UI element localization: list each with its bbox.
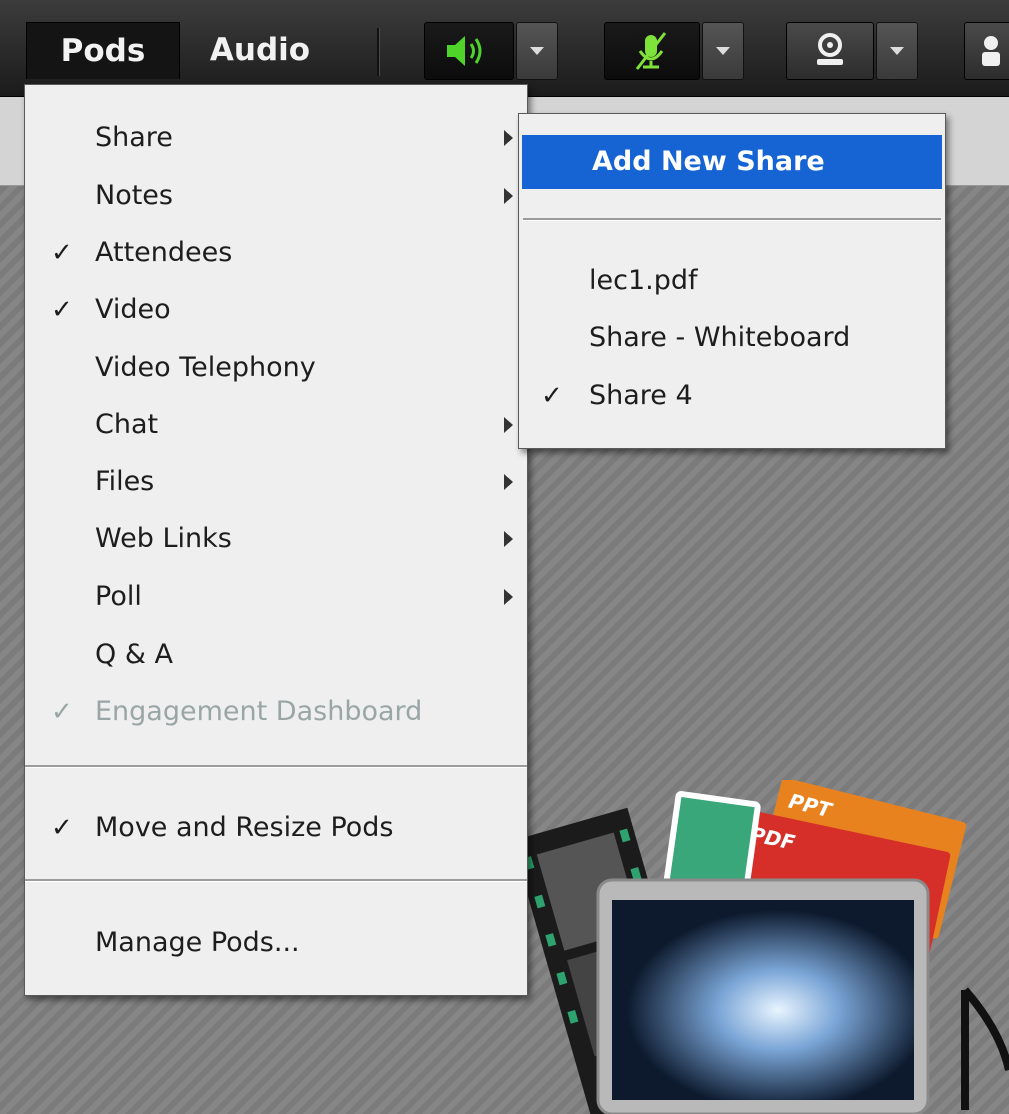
menu-separator bbox=[523, 218, 941, 221]
menu-item-lec1-pdf[interactable]: lec1.pdf bbox=[519, 256, 945, 306]
menu-item-label: Web Links bbox=[95, 523, 232, 554]
checkmark-icon: ✓ bbox=[51, 697, 73, 727]
menu-item-attendees[interactable]: ✓ Attendees bbox=[25, 228, 527, 278]
checkmark-icon: ✓ bbox=[51, 238, 73, 268]
speaker-dropdown[interactable] bbox=[516, 22, 558, 80]
menu-item-label: Share 4 bbox=[589, 380, 693, 411]
menu-item-files[interactable]: Files bbox=[25, 457, 527, 507]
share-pod-illustration: PPT PDF bbox=[520, 780, 1009, 1114]
menu-item-web-links[interactable]: Web Links bbox=[25, 514, 527, 564]
toolbar-divider bbox=[377, 28, 380, 76]
share-submenu: Add New Share lec1.pdf Share - Whiteboar… bbox=[518, 113, 946, 449]
menu-item-label: Share - Whiteboard bbox=[589, 322, 851, 353]
submenu-arrow-icon bbox=[504, 474, 513, 490]
menu-pods[interactable]: Pods bbox=[26, 22, 180, 79]
menu-separator bbox=[25, 765, 527, 768]
menu-item-label: Poll bbox=[95, 581, 142, 612]
speaker-button[interactable] bbox=[424, 22, 514, 80]
menu-item-label: Move and Resize Pods bbox=[95, 812, 394, 843]
checkmark-icon: ✓ bbox=[51, 295, 73, 325]
menu-item-share-whiteboard[interactable]: Share - Whiteboard bbox=[519, 313, 945, 363]
menu-item-q-and-a[interactable]: Q & A bbox=[25, 630, 527, 680]
person-icon bbox=[982, 36, 1000, 66]
menu-item-label: Manage Pods... bbox=[95, 927, 300, 958]
menu-item-label: Video bbox=[95, 294, 171, 325]
menu-item-add-new-share[interactable]: Add New Share bbox=[522, 135, 942, 189]
checkmark-icon: ✓ bbox=[51, 813, 73, 843]
menu-item-poll[interactable]: Poll bbox=[25, 572, 527, 622]
menu-item-video[interactable]: ✓ Video bbox=[25, 285, 527, 335]
submenu-arrow-icon bbox=[504, 589, 513, 605]
submenu-arrow-icon bbox=[504, 130, 513, 146]
top-menubar: Pods Audio bbox=[0, 0, 1009, 97]
microphone-button[interactable] bbox=[604, 22, 700, 80]
webcam-button[interactable] bbox=[786, 22, 874, 80]
menu-item-label: Files bbox=[95, 466, 155, 497]
webcam-dropdown[interactable] bbox=[876, 22, 918, 80]
pods-dropdown-menu: Share Notes ✓ Attendees ✓ Video Video Te… bbox=[24, 84, 528, 996]
checkmark-icon: ✓ bbox=[541, 381, 563, 411]
menu-item-share-4[interactable]: ✓ Share 4 bbox=[519, 371, 945, 421]
menu-item-share[interactable]: Share bbox=[25, 113, 527, 163]
microphone-muted-icon bbox=[635, 32, 667, 70]
menu-item-label: Attendees bbox=[95, 237, 233, 268]
menu-item-notes[interactable]: Notes bbox=[25, 171, 527, 221]
menu-separator bbox=[25, 879, 527, 882]
menu-item-label: Chat bbox=[95, 409, 159, 440]
menu-item-label: Notes bbox=[95, 180, 173, 211]
menu-item-manage-pods[interactable]: Manage Pods... bbox=[25, 918, 527, 968]
menu-item-move-and-resize-pods[interactable]: ✓ Move and Resize Pods bbox=[25, 803, 527, 853]
menu-item-chat[interactable]: Chat bbox=[25, 400, 527, 450]
menu-item-label: Add New Share bbox=[592, 146, 825, 177]
attendee-status-button[interactable] bbox=[964, 22, 1009, 80]
menu-audio[interactable]: Audio bbox=[196, 22, 324, 78]
menu-item-label: Q & A bbox=[95, 639, 173, 670]
menu-item-label: lec1.pdf bbox=[589, 265, 698, 296]
speaker-icon bbox=[447, 36, 482, 66]
menu-item-label: Share bbox=[95, 122, 173, 153]
submenu-arrow-icon bbox=[504, 531, 513, 547]
menu-item-label: Engagement Dashboard bbox=[95, 696, 423, 727]
menu-item-video-telephony[interactable]: Video Telephony bbox=[25, 343, 527, 393]
webcam-icon bbox=[817, 33, 843, 65]
submenu-arrow-icon bbox=[504, 417, 513, 433]
microphone-dropdown[interactable] bbox=[702, 22, 744, 80]
submenu-arrow-icon bbox=[504, 188, 513, 204]
menu-item-engagement-dashboard: ✓ Engagement Dashboard bbox=[25, 687, 527, 737]
menu-item-label: Video Telephony bbox=[95, 352, 316, 383]
